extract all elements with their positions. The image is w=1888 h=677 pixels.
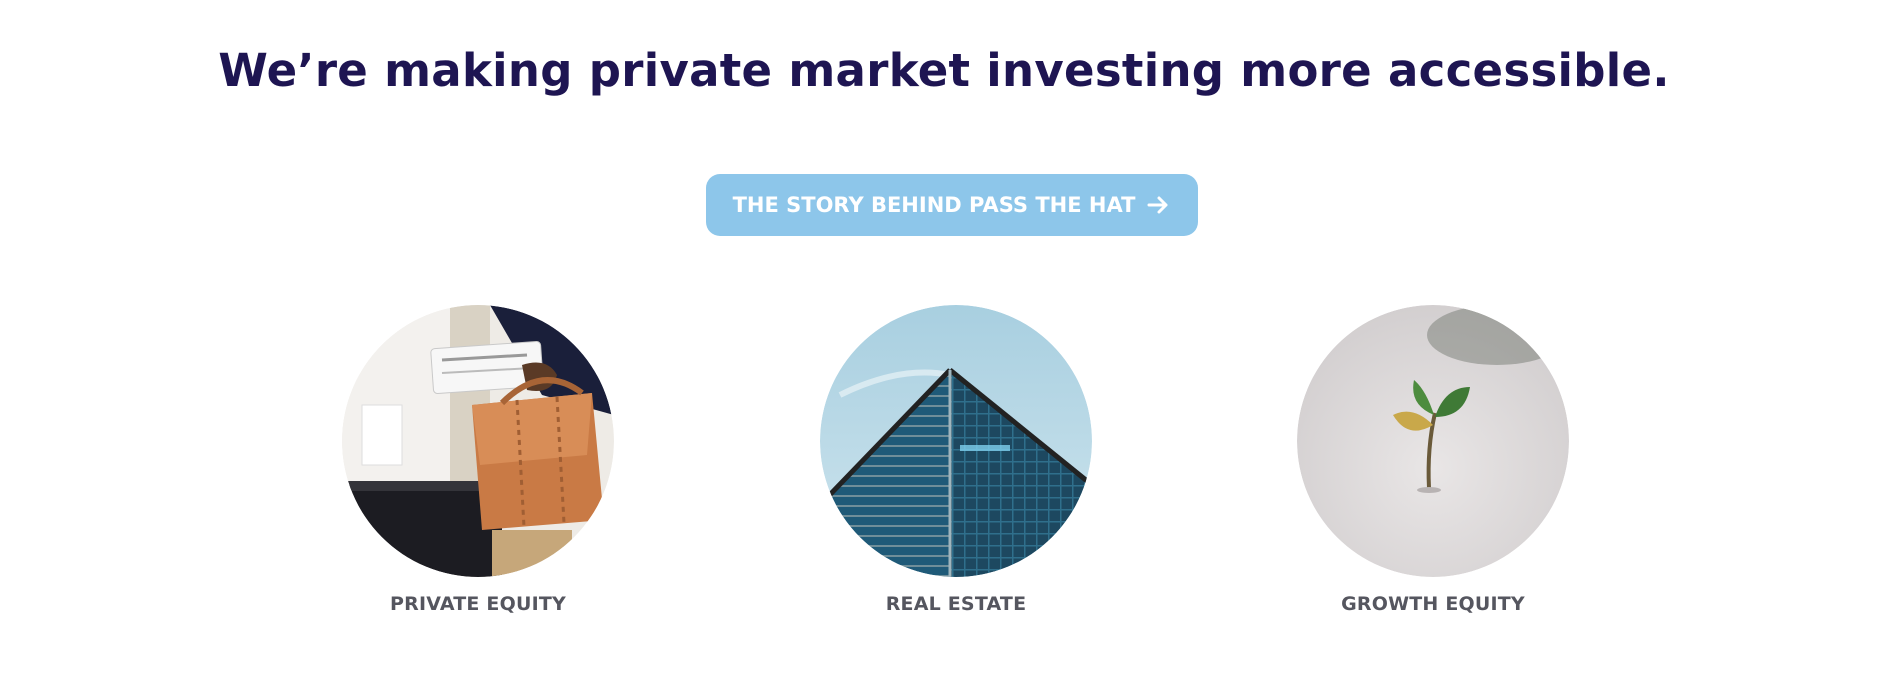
category-label: PRIVATE EQUITY bbox=[390, 593, 566, 615]
briefcase-photo bbox=[342, 305, 614, 577]
category-label: REAL ESTATE bbox=[885, 593, 1027, 615]
page-headline: We’re making private market investing mo… bbox=[218, 44, 1670, 97]
sprout-photo bbox=[1297, 305, 1569, 577]
category-real-estate[interactable]: REAL ESTATE bbox=[806, 305, 1106, 615]
category-label: GROWTH EQUITY bbox=[1341, 593, 1525, 615]
category-growth-equity[interactable]: GROWTH EQUITY bbox=[1283, 305, 1583, 615]
arrow-right-icon bbox=[1145, 192, 1171, 218]
category-private-equity[interactable]: PRIVATE EQUITY bbox=[328, 305, 628, 615]
skyscraper-photo bbox=[820, 305, 1092, 577]
story-button[interactable]: THE STORY BEHIND PASS THE HAT bbox=[706, 174, 1198, 236]
story-button-label: THE STORY BEHIND PASS THE HAT bbox=[732, 193, 1136, 217]
